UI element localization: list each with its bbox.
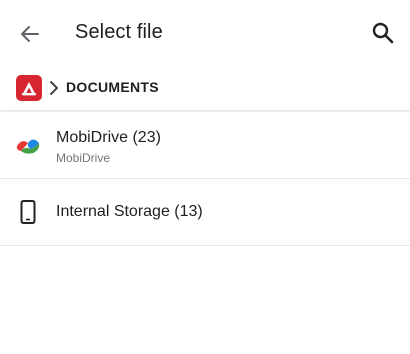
chevron-right-icon: [48, 80, 60, 96]
breadcrumb-current[interactable]: DOCUMENTS: [66, 79, 159, 95]
search-button[interactable]: [370, 20, 396, 46]
location-row-mobidrive[interactable]: MobiDrive (23) MobiDrive: [0, 112, 410, 179]
location-name: MobiDrive (23): [56, 129, 161, 146]
mobidrive-cloud-icon: [14, 131, 42, 159]
app-bar: Select file: [0, 0, 410, 66]
breadcrumb: DOCUMENTS: [0, 66, 410, 110]
location-row-internal-storage[interactable]: Internal Storage (13): [0, 179, 410, 246]
location-name: Internal Storage (13): [56, 203, 203, 220]
back-button[interactable]: [16, 20, 44, 48]
mobidrive-red-logo-icon[interactable]: [16, 75, 42, 101]
location-list: MobiDrive (23) MobiDrive Internal Storag…: [0, 112, 410, 246]
phone-icon: [14, 198, 42, 226]
page-title: Select file: [75, 21, 163, 43]
location-subtitle: MobiDrive: [56, 151, 111, 165]
search-icon: [372, 22, 394, 44]
arrow-left-icon: [21, 26, 39, 42]
